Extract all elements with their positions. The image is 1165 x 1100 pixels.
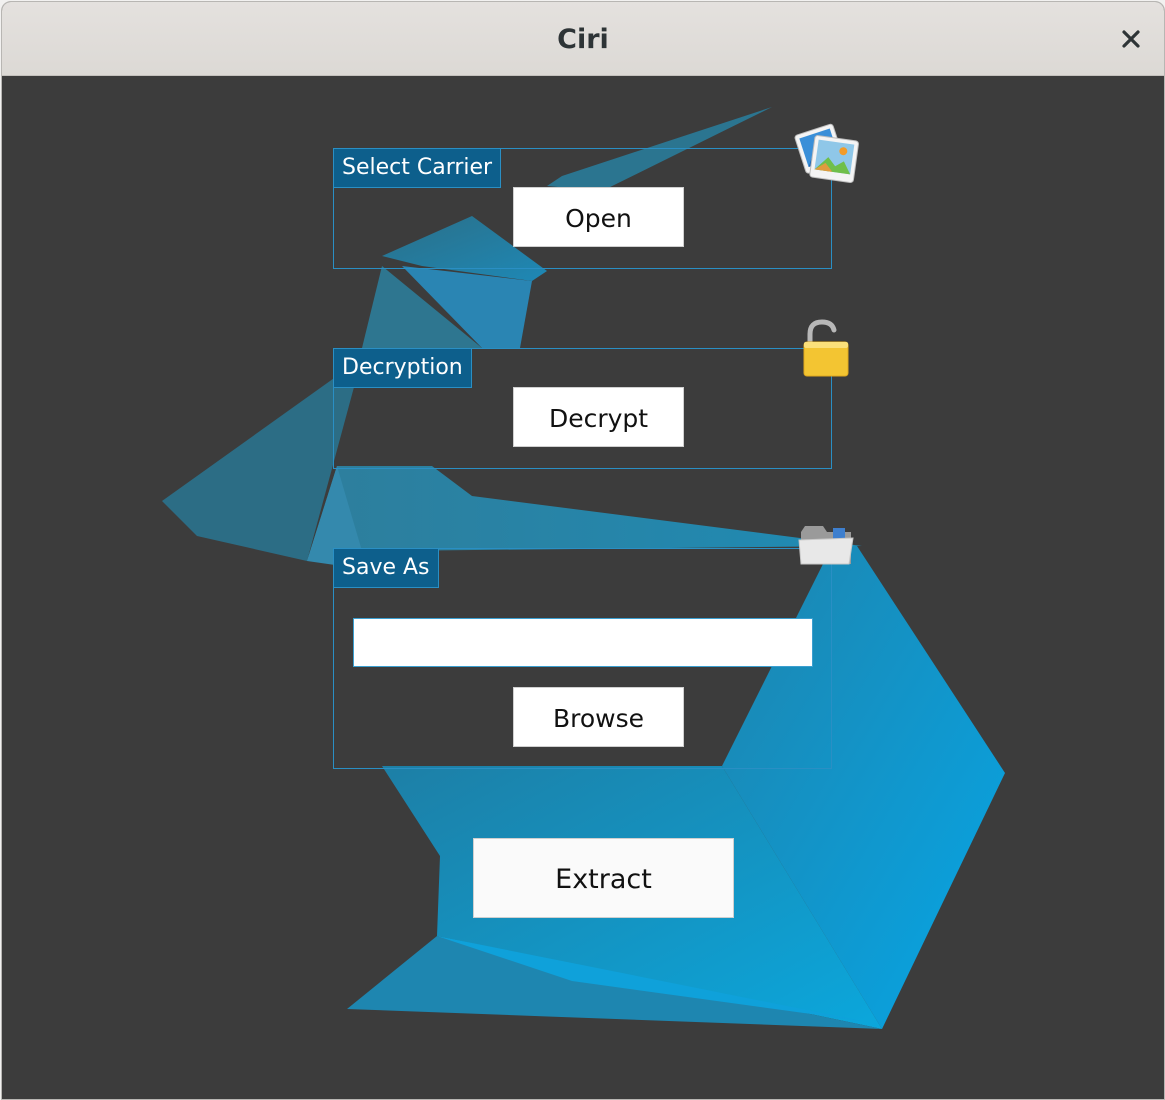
save-path-input[interactable] [353, 618, 813, 667]
decrypt-button[interactable]: Decrypt [513, 387, 684, 447]
decryption-label: Decryption [334, 349, 472, 388]
main-content: Select Carrier Open Decryption Decrypt S… [2, 76, 1164, 1099]
title-bar[interactable]: Ciri [2, 2, 1164, 76]
folder-icon [798, 526, 854, 565]
unlocked-padlock-icon [803, 319, 849, 377]
extract-button[interactable]: Extract [473, 838, 734, 918]
browse-button[interactable]: Browse [513, 687, 684, 747]
open-button[interactable]: Open [513, 187, 684, 247]
window-title: Ciri [557, 24, 609, 55]
close-button[interactable] [1114, 22, 1148, 56]
app-window: Ciri Select Carrier Open Decryption Decr… [1, 1, 1165, 1100]
decryption-group: Decryption Decrypt [333, 348, 832, 469]
image-gallery-icon [794, 123, 859, 183]
close-icon [1122, 30, 1140, 48]
select-carrier-label: Select Carrier [334, 149, 502, 188]
save-as-label: Save As [334, 549, 439, 588]
select-carrier-group: Select Carrier Open [333, 148, 832, 269]
save-as-group: Save As Browse [333, 548, 832, 769]
